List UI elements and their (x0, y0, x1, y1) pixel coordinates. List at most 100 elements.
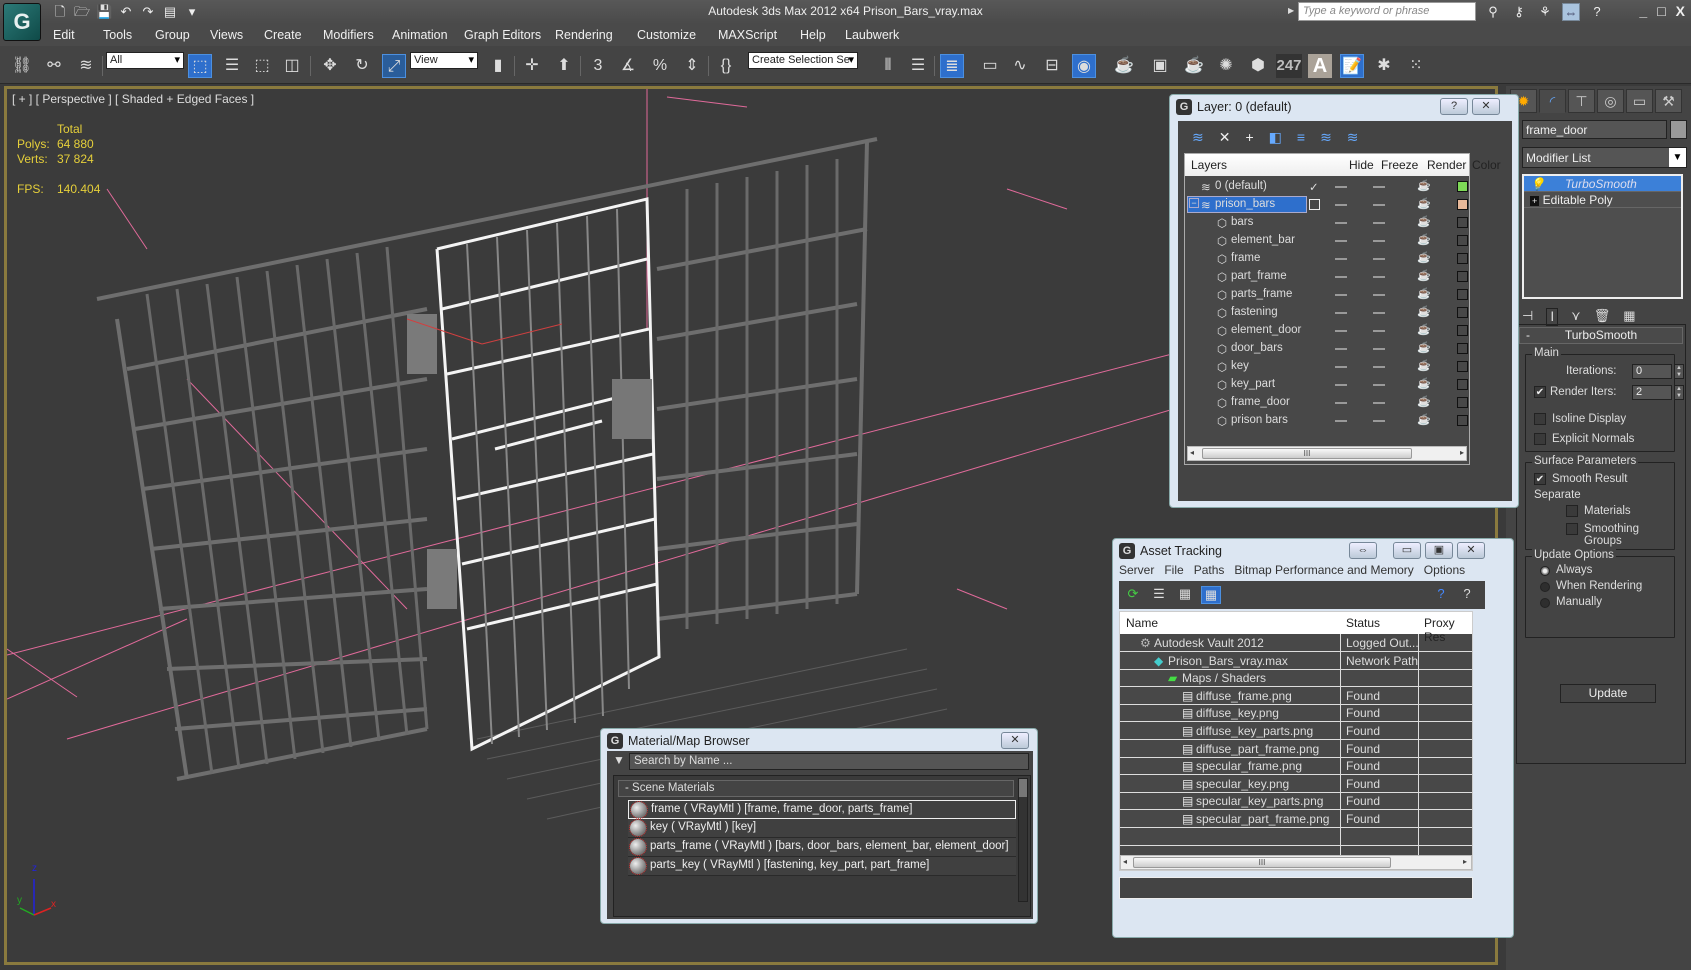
modify-tab-icon[interactable]: ◜ (1539, 89, 1566, 113)
render-teapot-icon[interactable]: ☕ (1417, 395, 1431, 408)
asset-row[interactable]: ▤ diffuse_frame.png Found (1120, 687, 1472, 705)
curve-editor-icon[interactable]: ∿ (1008, 54, 1032, 78)
menu-graph-editors[interactable]: Graph Editors (464, 28, 541, 42)
freeze-toggle[interactable] (1373, 294, 1385, 296)
render-teapot-icon[interactable]: ☕ (1417, 359, 1431, 372)
list-view-icon[interactable]: ☰ (1149, 586, 1169, 604)
menu-paths[interactable]: Paths (1194, 563, 1225, 577)
object-color-swatch[interactable] (1670, 120, 1687, 139)
menu-group[interactable]: Group (155, 28, 190, 42)
select-link-icon[interactable]: ⛓ (10, 54, 34, 78)
menu-bitmap-performance[interactable]: Bitmap Performance and Memory (1234, 563, 1413, 577)
hide-toggle[interactable] (1335, 402, 1347, 404)
align-icon[interactable]: ☰ (906, 54, 930, 78)
asset-path-field[interactable] (1119, 877, 1473, 899)
schematic-view-icon[interactable]: ⊟ (1040, 54, 1064, 78)
select-object-icon[interactable]: ⬚ (188, 54, 212, 78)
pivot-center-icon[interactable]: ▮ (486, 54, 510, 78)
named-selection-dropdown[interactable]: Create Selection Se (748, 52, 858, 69)
color-swatch[interactable] (1457, 307, 1468, 318)
layer-row[interactable]: ⬡ bars ☕ (1185, 214, 1469, 232)
freeze-toggle[interactable] (1373, 348, 1385, 350)
asset-row[interactable]: ▤ specular_frame.png Found (1120, 757, 1472, 776)
freeze-toggle[interactable] (1373, 330, 1385, 332)
customize-quick-access-icon[interactable]: ▾ (184, 4, 200, 20)
menu-customize[interactable]: Customize (637, 28, 696, 42)
communication-center-icon[interactable]: ⇔ (1562, 3, 1580, 21)
layer-row[interactable]: ⬡ part_frame ☕ (1185, 268, 1469, 286)
scale-icon[interactable]: ⤢ (382, 54, 406, 78)
box-object-icon[interactable]: ⬢ (1246, 54, 1270, 78)
hide-toggle[interactable] (1335, 204, 1347, 206)
freeze-toggle[interactable] (1373, 402, 1385, 404)
select-objects-in-layer-icon[interactable]: ◧ (1269, 129, 1282, 146)
graphite-ribbon-icon[interactable]: ▭ (978, 54, 1002, 78)
freeze-toggle[interactable] (1373, 312, 1385, 314)
menu-tools[interactable]: Tools (103, 28, 132, 42)
col-render[interactable]: Render (1427, 158, 1466, 172)
material-item[interactable]: frame ( VRayMtl ) [frame, frame_door, pa… (628, 800, 1016, 819)
viewport-label[interactable]: [ + ] [ Perspective ] [ Shaded + Edged F… (12, 92, 254, 106)
render-teapot-icon[interactable]: ☕ (1417, 215, 1431, 228)
hide-toggle[interactable] (1335, 312, 1347, 314)
undo-icon[interactable]: ↶ (118, 4, 134, 20)
dock-toggle-button[interactable]: ⇔ (1349, 542, 1377, 559)
col-color[interactable]: Color (1472, 158, 1501, 172)
asset-row[interactable]: ⚙ Autodesk Vault 2012 Logged Out... (1120, 634, 1472, 652)
help-button[interactable]: ? (1440, 98, 1468, 115)
render-setup-icon[interactable]: ☕ (1112, 54, 1136, 78)
menu-rendering[interactable]: Rendering (555, 28, 613, 42)
col-status[interactable]: Status (1346, 616, 1380, 630)
keyboard-shortcut-override-icon[interactable]: ⬆ (552, 54, 576, 78)
delete-layer-icon[interactable]: ✕ (1219, 129, 1231, 146)
highlight-selected-layer-icon[interactable]: ≡ (1297, 129, 1305, 146)
menu-file[interactable]: File (1164, 563, 1183, 577)
close-button[interactable]: ✕ (1457, 542, 1485, 559)
hide-toggle[interactable] (1335, 240, 1347, 242)
select-by-name-icon[interactable]: ☰ (220, 54, 244, 78)
new-file-icon[interactable]: 🗋 (52, 4, 68, 20)
material-editor-icon[interactable]: ◉ (1072, 54, 1096, 78)
key-icon[interactable]: ⚷ (1510, 3, 1528, 21)
freeze-unfreeze-all-icon[interactable]: ≋ (1347, 129, 1359, 146)
light-icon[interactable]: ✺ (1214, 54, 1238, 78)
display-tab-icon[interactable]: ▭ (1626, 89, 1653, 113)
asset-row[interactable]: ▰ Maps / Shaders (1120, 669, 1472, 688)
window-crossing-icon[interactable]: ◫ (280, 54, 304, 78)
color-swatch[interactable] (1457, 271, 1468, 282)
layer-row[interactable]: ⬡ frame_door ☕ (1185, 394, 1469, 412)
online-help-icon[interactable]: ? (1431, 586, 1451, 604)
smooth-result-checkbox[interactable]: ✔ (1534, 473, 1546, 485)
set-current-checkbox[interactable] (1309, 199, 1320, 210)
color-swatch[interactable] (1457, 235, 1468, 246)
color-swatch[interactable] (1457, 217, 1468, 228)
menu-modifiers[interactable]: Modifiers (323, 28, 374, 42)
selection-filter-dropdown[interactable]: All (106, 52, 184, 69)
stack-item-turbosmooth[interactable]: 💡 TurboSmooth (1524, 176, 1681, 192)
open-file-icon[interactable]: 🗁 (74, 4, 90, 20)
color-swatch[interactable] (1457, 379, 1468, 390)
layer-row[interactable]: ⬡ fastening ☕ (1185, 304, 1469, 322)
freeze-toggle[interactable] (1373, 366, 1385, 368)
freeze-toggle[interactable] (1373, 258, 1385, 260)
mirror-icon[interactable]: ⫴ (876, 54, 900, 78)
browser-options-icon[interactable]: ▼ (613, 753, 625, 767)
bind-space-warp-icon[interactable]: ≋ (74, 54, 98, 78)
when-rendering-radio[interactable] (1540, 582, 1550, 592)
scroll-thumb[interactable]: III (1133, 857, 1391, 868)
layer-row[interactable]: ⬡ prison bars ☕ (1185, 412, 1469, 430)
freeze-toggle[interactable] (1373, 384, 1385, 386)
rollout-header[interactable]: - TurboSmooth (1519, 327, 1683, 344)
maximize-icon[interactable]: □ (1657, 3, 1665, 19)
asset-row[interactable]: ▤ specular_part_frame.png Found (1120, 810, 1472, 828)
layer-row[interactable]: ⬡ parts_frame ☕ (1185, 286, 1469, 304)
render-production-icon[interactable]: ☕ (1182, 54, 1206, 78)
unlink-icon[interactable]: ⚯ (42, 54, 66, 78)
render-teapot-icon[interactable]: ☕ (1417, 305, 1431, 318)
motion-tab-icon[interactable]: ◎ (1597, 89, 1624, 113)
render-iters-checkbox[interactable]: ✔ (1534, 386, 1546, 398)
layer-row[interactable]: ⬡ door_bars ☕ (1185, 340, 1469, 358)
hide-toggle[interactable] (1335, 348, 1347, 350)
hide-toggle[interactable] (1335, 294, 1347, 296)
layer-horizontal-scrollbar[interactable]: ◂ III ▸ (1187, 446, 1467, 461)
